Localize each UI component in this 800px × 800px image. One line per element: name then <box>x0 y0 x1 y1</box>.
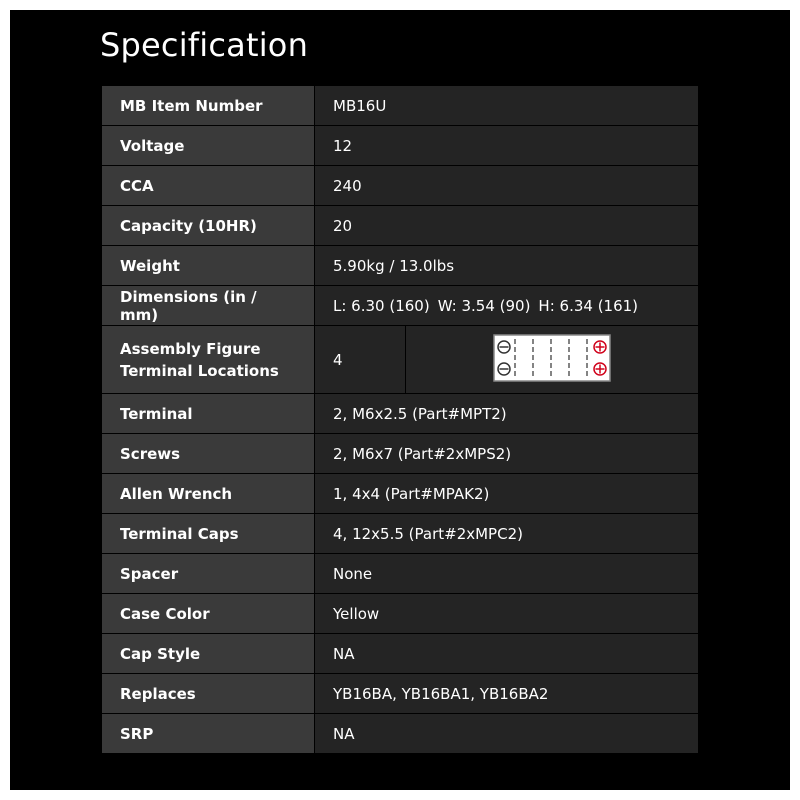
spec-label-screws: Screws <box>101 433 315 474</box>
spec-value-cap-style: NA <box>314 633 699 674</box>
battery-terminal-diagram-icon <box>493 333 611 386</box>
table-row: Spacer None <box>101 553 699 594</box>
spec-value-item-number: MB16U <box>314 85 699 126</box>
spec-value-srp: NA <box>314 713 699 754</box>
table-row: Dimensions (in / mm) L: 6.30 (160) W: 3.5… <box>101 285 699 326</box>
spec-value-cca: 240 <box>314 165 699 206</box>
spec-value-terminal: 2, M6x2.5 (Part#MPT2) <box>314 393 699 434</box>
table-row: SRP NA <box>101 713 699 754</box>
spec-label-spacer: Spacer <box>101 553 315 594</box>
spec-label-assembly: Assembly Figure Terminal Locations <box>101 325 315 394</box>
spec-value-dimensions: L: 6.30 (160) W: 3.54 (90) H: 6.34 (161) <box>314 285 699 326</box>
table-row: Capacity (10HR) 20 <box>101 205 699 246</box>
spec-label-capacity: Capacity (10HR) <box>101 205 315 246</box>
spec-label-terminal-caps: Terminal Caps <box>101 513 315 554</box>
specification-panel: Specification MB Item Number MB16U Volta… <box>10 10 790 790</box>
table-row: Case Color Yellow <box>101 593 699 634</box>
spec-value-weight: 5.90kg / 13.0lbs <box>314 245 699 286</box>
dimension-length: L: 6.30 (160) <box>333 296 430 315</box>
dimension-height: H: 6.34 (161) <box>538 296 639 315</box>
table-row: Voltage 12 <box>101 125 699 166</box>
table-row: MB Item Number MB16U <box>101 85 699 126</box>
table-row: Allen Wrench 1, 4x4 (Part#MPAK2) <box>101 473 699 514</box>
assembly-label-line-1: Assembly Figure <box>120 339 261 358</box>
table-row: Cap Style NA <box>101 633 699 674</box>
table-row: Screws 2, M6x7 (Part#2xMPS2) <box>101 433 699 474</box>
spec-label-allen-wrench: Allen Wrench <box>101 473 315 514</box>
spec-value-case-color: Yellow <box>314 593 699 634</box>
spec-value-spacer: None <box>314 553 699 594</box>
spec-label-srp: SRP <box>101 713 315 754</box>
spec-label-cca: CCA <box>101 165 315 206</box>
spec-value-terminal-caps: 4, 12x5.5 (Part#2xMPC2) <box>314 513 699 554</box>
spec-label-case-color: Case Color <box>101 593 315 634</box>
table-row: CCA 240 <box>101 165 699 206</box>
table-row: Terminal 2, M6x2.5 (Part#MPT2) <box>101 393 699 434</box>
spec-value-replaces: YB16BA, YB16BA1, YB16BA2 <box>314 673 699 714</box>
table-row: Weight 5.90kg / 13.0lbs <box>101 245 699 286</box>
spec-label-terminal: Terminal <box>101 393 315 434</box>
spec-label-replaces: Replaces <box>101 673 315 714</box>
dimension-width: W: 3.54 (90) <box>437 296 531 315</box>
assembly-label-line-2: Terminal Locations <box>120 361 279 380</box>
spec-value-capacity: 20 <box>314 205 699 246</box>
assembly-figure-cell <box>405 325 699 394</box>
table-row: Assembly Figure Terminal Locations 4 <box>101 325 699 394</box>
spec-value-assembly: 4 <box>314 325 406 394</box>
spec-value-screws: 2, M6x7 (Part#2xMPS2) <box>314 433 699 474</box>
spec-label-weight: Weight <box>101 245 315 286</box>
spec-table: MB Item Number MB16U Voltage 12 CCA 240 … <box>101 85 699 754</box>
page-title: Specification <box>100 26 309 64</box>
spec-value-voltage: 12 <box>314 125 699 166</box>
spec-label-item-number: MB Item Number <box>101 85 315 126</box>
spec-label-voltage: Voltage <box>101 125 315 166</box>
spec-value-allen-wrench: 1, 4x4 (Part#MPAK2) <box>314 473 699 514</box>
table-row: Replaces YB16BA, YB16BA1, YB16BA2 <box>101 673 699 714</box>
table-row: Terminal Caps 4, 12x5.5 (Part#2xMPC2) <box>101 513 699 554</box>
spec-label-dimensions: Dimensions (in / mm) <box>101 285 315 326</box>
spec-label-cap-style: Cap Style <box>101 633 315 674</box>
